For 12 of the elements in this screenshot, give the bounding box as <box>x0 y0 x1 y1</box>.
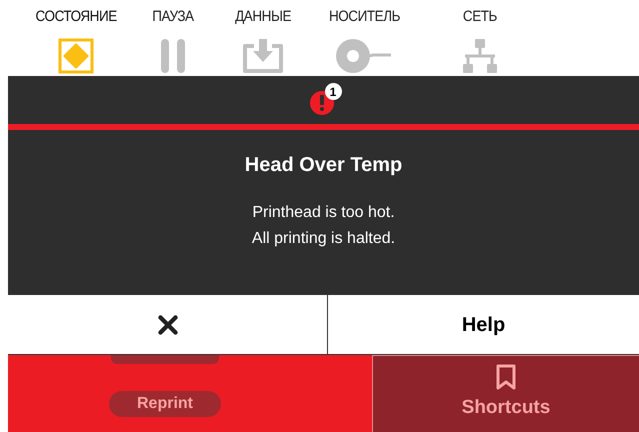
alert-message: All printing is halted. <box>252 229 396 249</box>
alert-count-badge: 1 <box>324 83 342 100</box>
alert-message: Printhead is too hot. <box>252 203 395 223</box>
tab[interactable]: СОСТОЯНИЕ <box>14 8 138 76</box>
reprint-button[interactable]: Reprint <box>109 391 221 417</box>
alert-title: Head Over Temp <box>244 153 402 178</box>
tab[interactable]: ПАУЗА <box>138 8 208 76</box>
tab[interactable]: СЕТЬ <box>410 8 550 76</box>
tab[interactable]: НОСИТЕЛЬ <box>318 8 410 76</box>
tab[interactable]: ДАННЫЕ <box>208 8 318 76</box>
bookmark-icon <box>495 364 517 390</box>
shortcuts-button[interactable]: Shortcuts <box>372 355 639 432</box>
